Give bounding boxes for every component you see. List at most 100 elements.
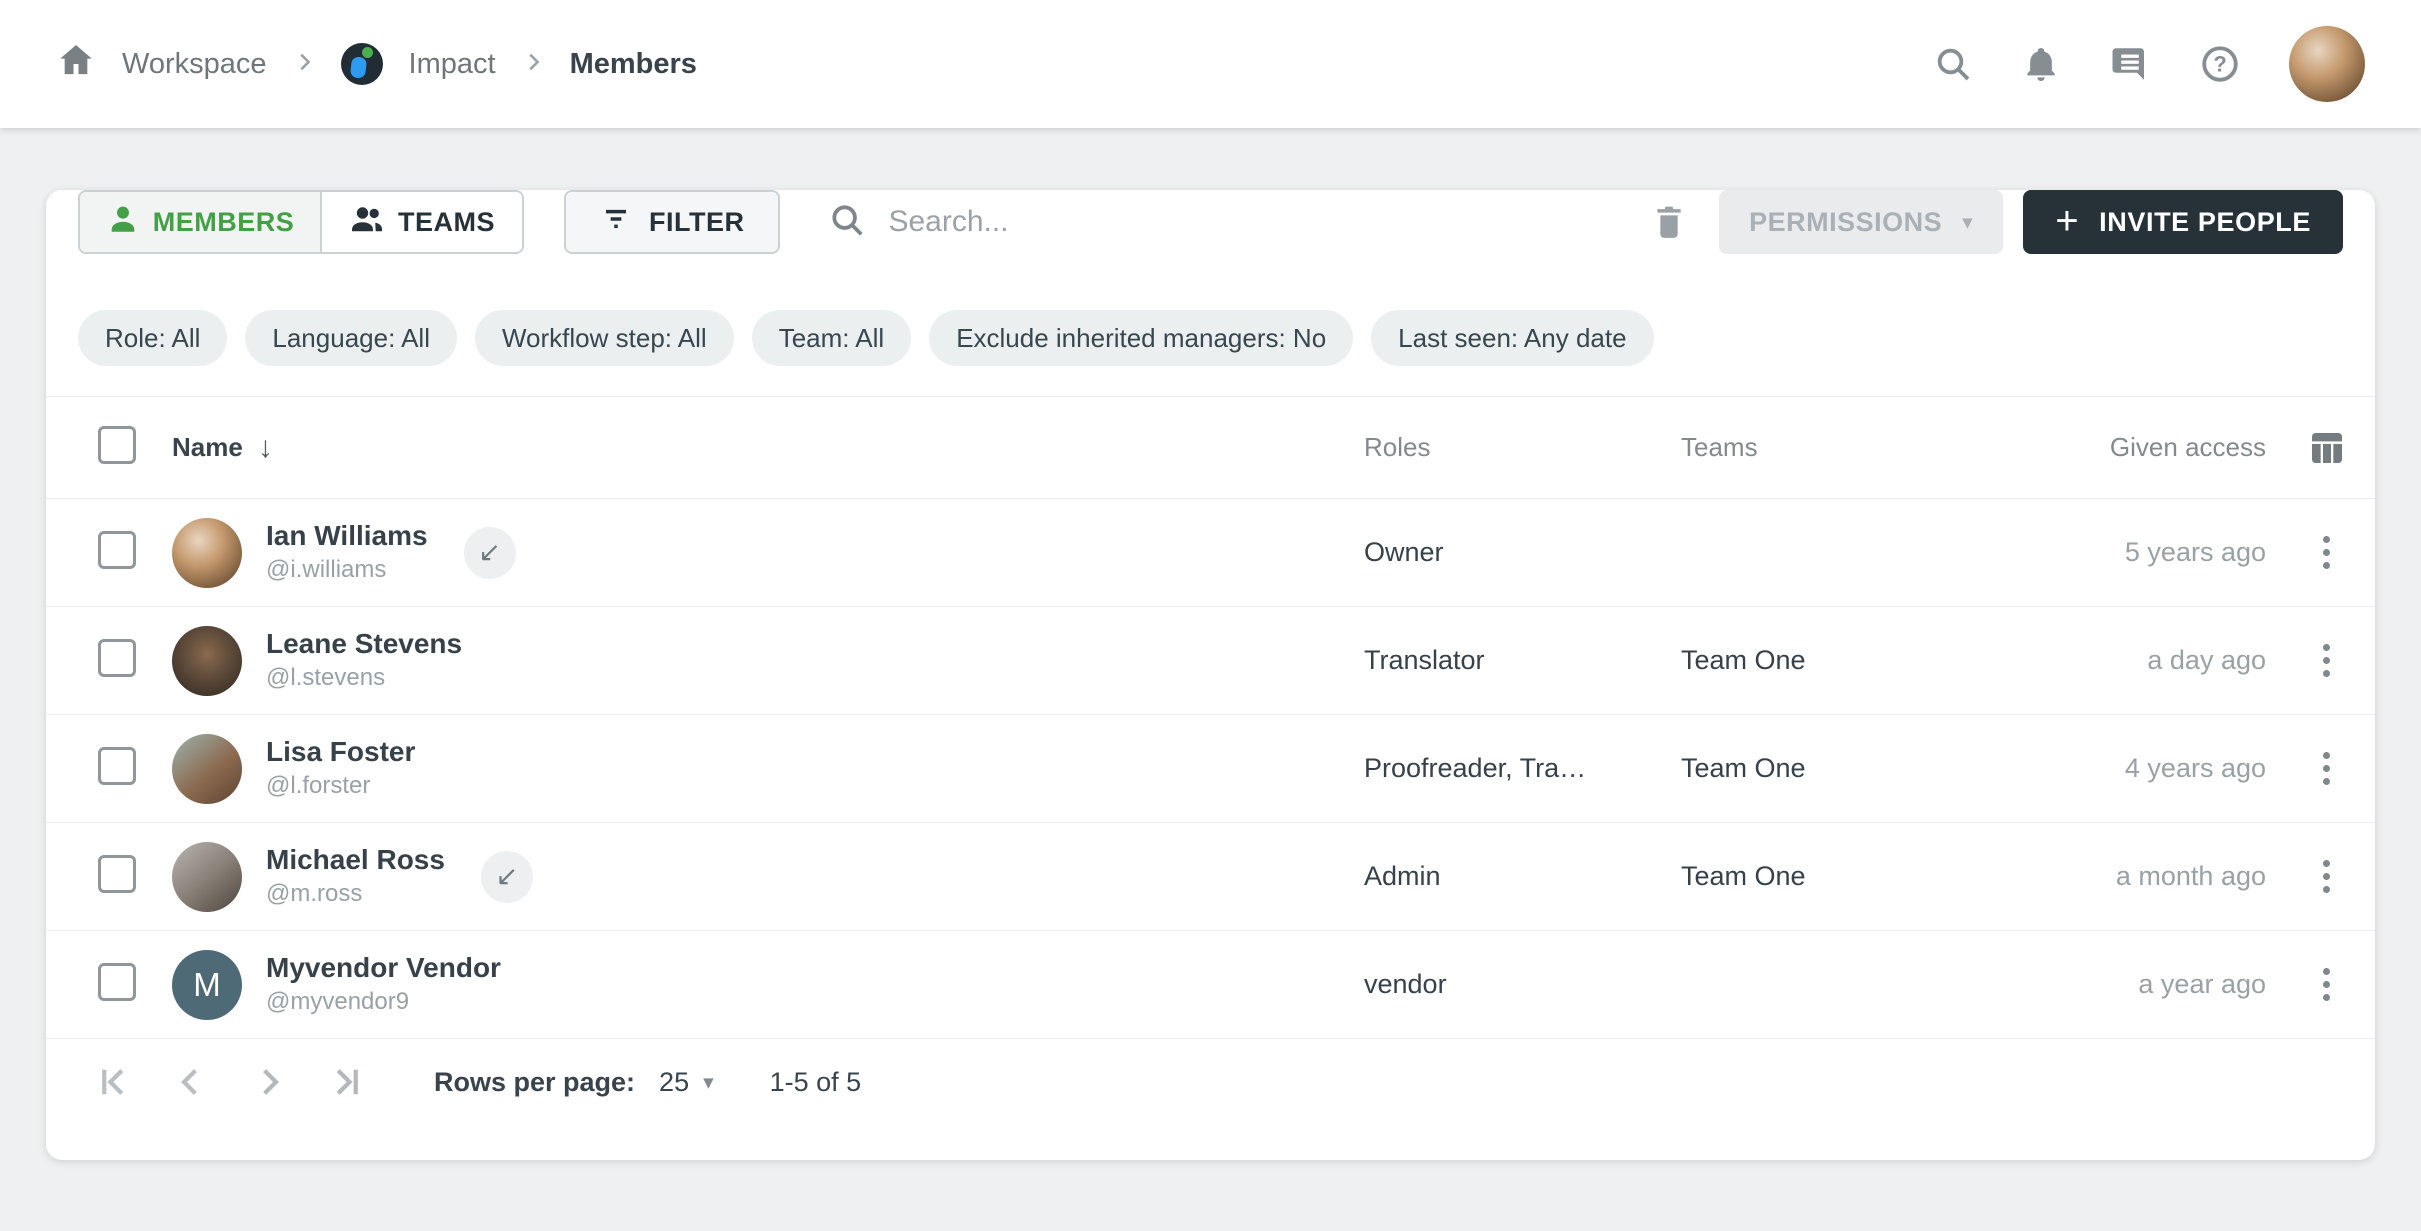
chip-language[interactable]: Language: All (245, 310, 457, 366)
svg-text:?: ? (2213, 52, 2226, 77)
row-checkbox[interactable] (98, 531, 136, 569)
pagination-range: 1-5 of 5 (770, 1067, 862, 1098)
tab-teams-label: TEAMS (398, 207, 495, 238)
first-page-button[interactable] (92, 1061, 134, 1103)
column-header-name[interactable]: Name ↓ (172, 431, 273, 465)
people-icon (349, 201, 385, 244)
row-menu-kebab-icon[interactable] (2313, 850, 2340, 903)
member-username: @m.ross (266, 880, 445, 908)
column-header-given-access: Given access (2046, 432, 2278, 463)
user-avatar[interactable] (2289, 26, 2365, 102)
rows-per-page-label: Rows per page: (434, 1067, 635, 1098)
table-row[interactable]: Leane Stevens @l.stevens Translator Team… (46, 607, 2375, 715)
pagination-bar: Rows per page: 25 ▾ 1-5 of 5 (46, 1039, 2375, 1125)
member-teams: Team One (1681, 645, 2046, 676)
member-given-access: a month ago (2046, 861, 2278, 892)
caret-down-icon: ▾ (1962, 212, 1973, 233)
member-username: @myvendor9 (266, 988, 501, 1016)
member-username: @i.williams (266, 556, 428, 584)
row-checkbox[interactable] (98, 639, 136, 677)
row-menu-kebab-icon[interactable] (2313, 526, 2340, 579)
invite-people-label: INVITE PEOPLE (2099, 207, 2311, 238)
tab-teams[interactable]: TEAMS (320, 192, 522, 252)
sort-descending-icon[interactable]: ↓ (258, 431, 273, 465)
members-teams-switch: MEMBERS TEAMS (78, 190, 524, 254)
avatar (172, 734, 242, 804)
member-name[interactable]: Myvendor Vendor (266, 953, 501, 984)
search-input[interactable] (888, 205, 1639, 239)
notifications-bell-icon[interactable] (2021, 44, 2061, 84)
row-menu-kebab-icon[interactable] (2313, 742, 2340, 795)
member-given-access: a year ago (2046, 969, 2278, 1000)
member-roles: Owner (1364, 537, 1681, 568)
member-roles: vendor (1364, 969, 1681, 1000)
chevron-right-icon (293, 48, 315, 81)
table-row[interactable]: M Myvendor Vendor @myvendor9 vendor a ye… (46, 931, 2375, 1039)
chip-exclude-inherited-managers[interactable]: Exclude inherited managers: No (929, 310, 1353, 366)
southwest-arrow-badge-icon: ↙ (481, 851, 533, 903)
filter-button-label: FILTER (649, 207, 744, 238)
project-avatar[interactable] (341, 43, 383, 85)
row-checkbox[interactable] (98, 855, 136, 893)
filter-chips: Role: All Language: All Workflow step: A… (78, 310, 2343, 366)
tab-members[interactable]: MEMBERS (80, 192, 320, 252)
select-all-checkbox[interactable] (98, 426, 136, 464)
chip-workflow-step[interactable]: Workflow step: All (475, 310, 734, 366)
member-given-access: 4 years ago (2046, 753, 2278, 784)
member-username: @l.stevens (266, 664, 462, 692)
member-name[interactable]: Michael Ross (266, 845, 445, 876)
row-checkbox[interactable] (98, 747, 136, 785)
avatar: M (172, 950, 242, 1020)
row-checkbox[interactable] (98, 963, 136, 1001)
row-menu-kebab-icon[interactable] (2313, 958, 2340, 1011)
member-given-access: a day ago (2046, 645, 2278, 676)
chip-team[interactable]: Team: All (752, 310, 912, 366)
chevron-right-icon (522, 48, 544, 81)
previous-page-button[interactable] (170, 1061, 212, 1103)
permissions-button-label: PERMISSIONS (1749, 207, 1942, 238)
member-given-access: 5 years ago (2046, 537, 2278, 568)
row-menu-kebab-icon[interactable] (2313, 634, 2340, 687)
column-header-teams: Teams (1681, 432, 2046, 463)
search-icon[interactable] (1933, 44, 1973, 84)
member-name[interactable]: Lisa Foster (266, 737, 415, 768)
columns-settings-icon[interactable] (2307, 428, 2347, 468)
southwest-arrow-badge-icon: ↙ (464, 527, 516, 579)
table-row[interactable]: Michael Ross @m.ross ↙ Admin Team One a … (46, 823, 2375, 931)
breadcrumb-workspace[interactable]: Workspace (122, 48, 267, 81)
table-row[interactable]: Ian Williams @i.williams ↙ Owner 5 years… (46, 499, 2375, 607)
avatar-initial: M (193, 966, 221, 1004)
column-header-roles: Roles (1364, 432, 1681, 463)
breadcrumb: Workspace Impact Members (56, 40, 697, 88)
permissions-button[interactable]: PERMISSIONS ▾ (1719, 190, 2003, 254)
rows-per-page-select[interactable]: 25 ▾ (659, 1067, 714, 1098)
member-username: @l.forster (266, 772, 415, 800)
avatar (172, 626, 242, 696)
person-icon (106, 202, 140, 243)
topbar-actions: ? (1933, 26, 2365, 102)
member-roles: Admin (1364, 861, 1681, 892)
next-page-button[interactable] (248, 1061, 290, 1103)
search-box (828, 201, 1639, 244)
member-teams: Team One (1681, 753, 2046, 784)
chip-last-seen[interactable]: Last seen: Any date (1371, 310, 1653, 366)
chip-role[interactable]: Role: All (78, 310, 227, 366)
avatar (172, 518, 242, 588)
filter-lines-icon (600, 203, 632, 242)
member-roles: Translator (1364, 645, 1681, 676)
tab-members-label: MEMBERS (153, 207, 295, 238)
breadcrumb-project[interactable]: Impact (409, 48, 496, 81)
last-page-button[interactable] (326, 1061, 368, 1103)
table-row[interactable]: Lisa Foster @l.forster Proofreader, Tra…… (46, 715, 2375, 823)
home-icon[interactable] (56, 40, 96, 88)
rows-per-page-value: 25 (659, 1067, 689, 1098)
help-icon[interactable]: ? (2199, 43, 2241, 85)
invite-people-button[interactable]: + INVITE PEOPLE (2023, 190, 2343, 254)
search-icon (828, 201, 866, 244)
delete-trash-icon[interactable] (1649, 202, 1689, 242)
messages-chat-icon[interactable] (2109, 43, 2151, 85)
member-name[interactable]: Ian Williams (266, 521, 428, 552)
avatar (172, 842, 242, 912)
member-name[interactable]: Leane Stevens (266, 629, 462, 660)
filter-button[interactable]: FILTER (564, 190, 780, 254)
